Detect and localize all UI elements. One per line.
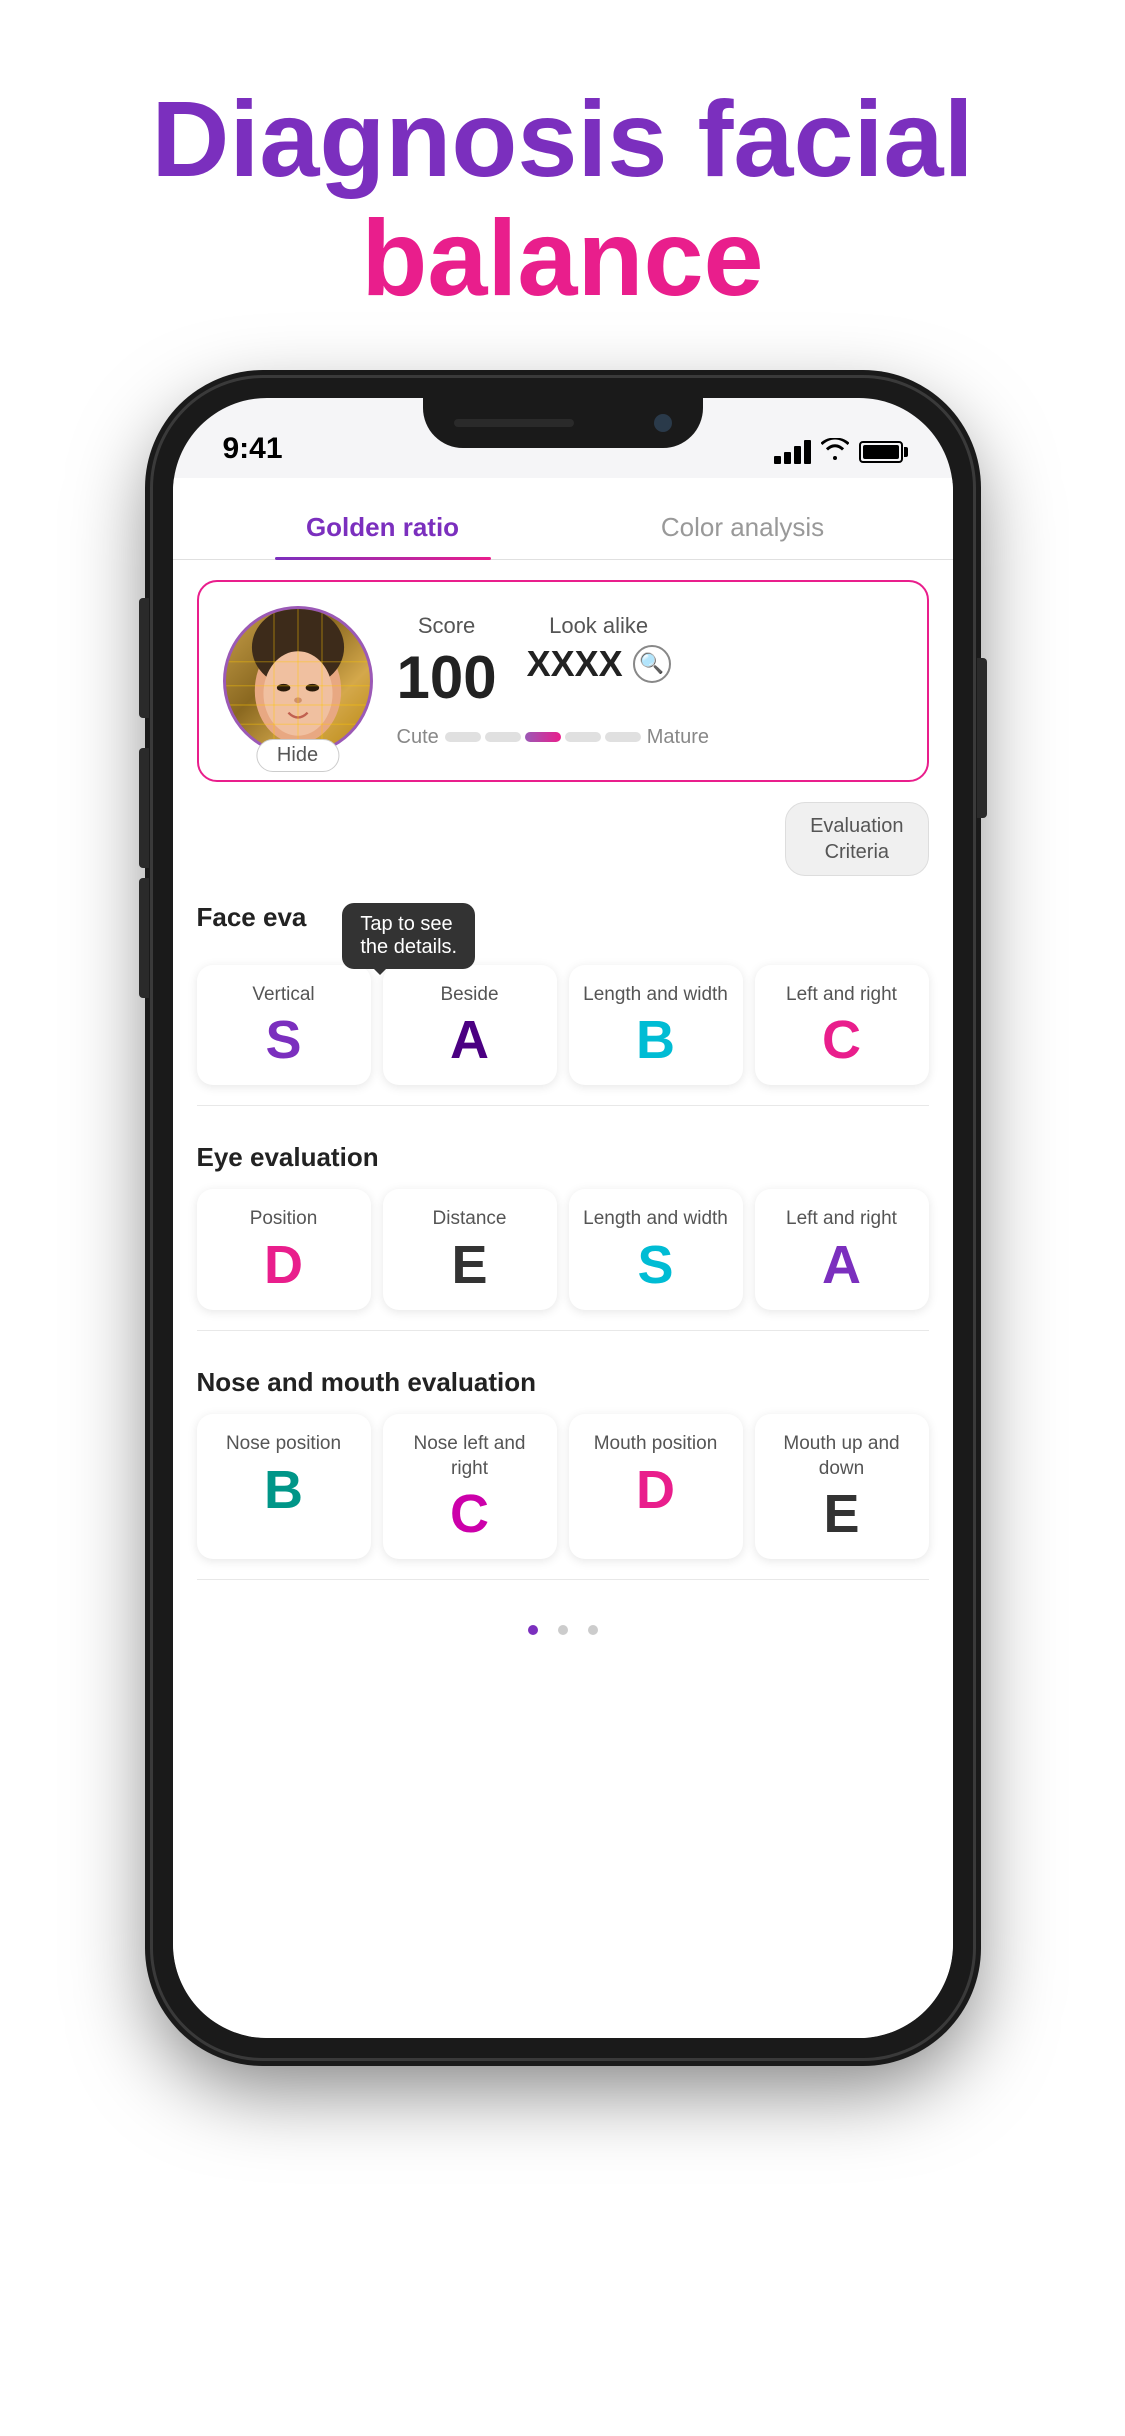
eval-criteria-button[interactable]: EvaluationCriteria (785, 802, 928, 876)
face-eval-title: Face eva (197, 902, 307, 933)
eye-card-leftright-grade: A (822, 1238, 861, 1292)
face-card-beside[interactable]: Beside A (383, 965, 557, 1086)
face-card-vertical-grade: S (265, 1013, 301, 1067)
face-card-lengthwidth-grade: B (636, 1013, 675, 1067)
score-bar-row: Cute Mature (397, 726, 903, 749)
eye-card-position[interactable]: Position D (197, 1189, 371, 1310)
mature-label: Mature (647, 726, 709, 749)
score-info: Score 100 Look alike XXXX 🔍 Cute (397, 613, 903, 749)
eye-eval-section: Eye evaluation Position D Distance E Len… (173, 1126, 953, 1310)
score-label: Score (418, 613, 475, 639)
battery-icon (859, 441, 903, 463)
hero-title: Diagnosis facial balance (111, 80, 1013, 318)
bottom-paging (173, 1600, 953, 1660)
face-card-vertical-label: Vertical (252, 983, 314, 1008)
app-content[interactable]: Golden ratio Color analysis (173, 478, 953, 2038)
nose-card-leftright[interactable]: Nose left and right C (383, 1414, 557, 1559)
notch-camera (654, 414, 672, 432)
tab-bar: Golden ratio Color analysis (173, 488, 953, 560)
face-card-leftright[interactable]: Left and right C (755, 965, 929, 1086)
page-dot-3 (588, 1625, 598, 1635)
face-card-lengthwidth-label: Length and width (583, 983, 728, 1008)
mouth-card-position-grade: D (636, 1463, 675, 1517)
divider-2 (197, 1330, 929, 1331)
score-bar (445, 732, 641, 742)
score-value: 100 (397, 643, 497, 712)
page-dot-2 (558, 1625, 568, 1635)
eye-card-leftright[interactable]: Left and right A (755, 1189, 929, 1310)
nose-card-position[interactable]: Nose position B (197, 1414, 371, 1559)
eye-eval-grid: Position D Distance E Length and width S… (197, 1189, 929, 1310)
score-card: Hide Score 100 Look alike XXXX (197, 580, 929, 782)
phone-notch (423, 398, 703, 448)
nose-card-position-grade: B (264, 1463, 303, 1517)
eye-card-distance[interactable]: Distance E (383, 1189, 557, 1310)
look-alike-label: Look alike (549, 613, 648, 639)
nose-mouth-section: Nose and mouth evaluation Nose position … (173, 1351, 953, 1559)
nose-mouth-grid: Nose position B Nose left and right C Mo… (197, 1414, 929, 1559)
divider-3 (197, 1579, 929, 1580)
eval-criteria-wrap: EvaluationCriteria (197, 802, 929, 876)
tab-golden-ratio[interactable]: Golden ratio (203, 488, 563, 559)
tab-color-analysis[interactable]: Color analysis (563, 488, 923, 559)
cute-label: Cute (397, 726, 439, 749)
phone-mockup: 9:41 (153, 378, 973, 2058)
status-icons (774, 438, 903, 466)
avatar (223, 606, 373, 756)
status-time: 9:41 (223, 432, 283, 466)
eye-card-lengthwidth-grade: S (637, 1238, 673, 1292)
mouth-card-position[interactable]: Mouth position D (569, 1414, 743, 1559)
nose-card-leftright-grade: C (450, 1487, 489, 1541)
eye-card-lengthwidth-label: Length and width (583, 1207, 728, 1232)
avatar-wrap: Hide (223, 606, 373, 756)
nose-card-position-label: Nose position (226, 1432, 341, 1457)
face-card-leftright-grade: C (822, 1013, 861, 1067)
hide-button[interactable]: Hide (256, 739, 339, 772)
look-alike-value: XXXX 🔍 (527, 643, 671, 685)
search-icon[interactable]: 🔍 (633, 645, 671, 683)
score-column: Score 100 (397, 613, 497, 712)
page-dot-1 (528, 1625, 538, 1635)
hero-title-line2: balance (361, 197, 763, 318)
face-card-lengthwidth[interactable]: Length and width B (569, 965, 743, 1086)
face-card-beside-grade: A (450, 1013, 489, 1067)
face-card-beside-label: Beside (440, 983, 498, 1008)
score-columns: Score 100 Look alike XXXX 🔍 (397, 613, 903, 712)
face-eval-grid: Vertical S Beside A Length and width B L… (197, 965, 929, 1086)
phone-screen: 9:41 (173, 398, 953, 2038)
eye-eval-title: Eye evaluation (197, 1142, 929, 1173)
mouth-card-updown-label: Mouth up and down (765, 1432, 919, 1481)
eye-card-position-label: Position (250, 1207, 318, 1232)
eye-card-lengthwidth[interactable]: Length and width S (569, 1189, 743, 1310)
notch-speaker (454, 419, 574, 427)
mouth-card-position-label: Mouth position (594, 1432, 718, 1457)
face-eval-section: Face eva Tap to seethe details. Vertical… (173, 886, 953, 1086)
signal-icon (774, 440, 811, 464)
eye-card-distance-label: Distance (433, 1207, 507, 1232)
look-alike-column: Look alike XXXX 🔍 (527, 613, 671, 712)
nose-mouth-title: Nose and mouth evaluation (197, 1367, 929, 1398)
face-card-vertical[interactable]: Vertical S (197, 965, 371, 1086)
mouth-card-updown-grade: E (823, 1487, 859, 1541)
eye-card-leftright-label: Left and right (786, 1207, 897, 1232)
eye-card-distance-grade: E (451, 1238, 487, 1292)
eye-card-position-grade: D (264, 1238, 303, 1292)
wifi-icon (821, 438, 849, 466)
mouth-card-updown[interactable]: Mouth up and down E (755, 1414, 929, 1559)
nose-card-leftright-label: Nose left and right (393, 1432, 547, 1481)
face-card-leftright-label: Left and right (786, 983, 897, 1008)
divider-1 (197, 1105, 929, 1106)
hero-title-line1: Diagnosis facial (151, 78, 973, 199)
tooltip-bubble: Tap to seethe details. (342, 903, 475, 969)
